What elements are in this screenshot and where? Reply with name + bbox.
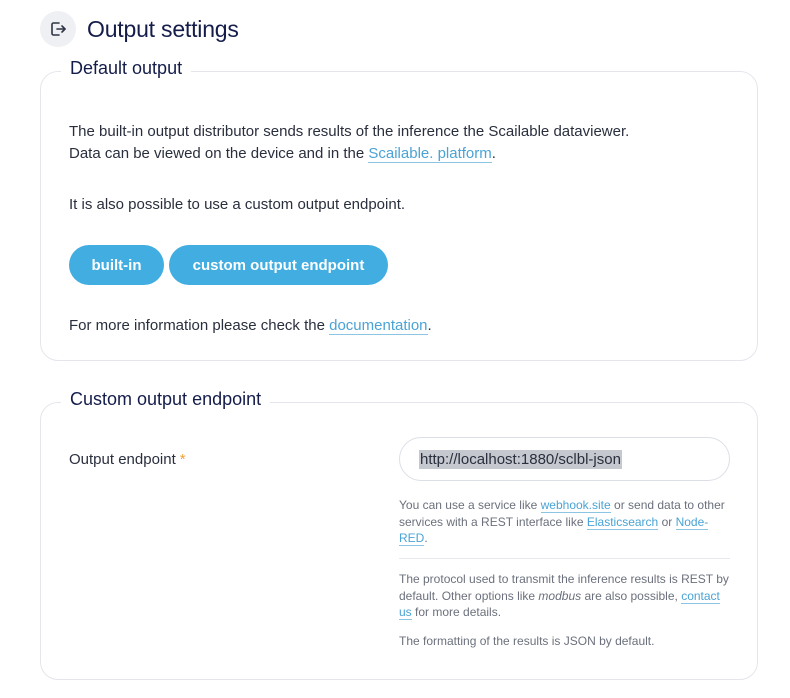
output-endpoint-label: Output endpoint * bbox=[69, 451, 186, 468]
description-line-2-prefix: Data can be viewed on the device and in … bbox=[69, 145, 369, 162]
description-line-2-suffix: . bbox=[491, 145, 496, 162]
help2-text-2: are also possible, bbox=[581, 588, 682, 603]
more-info-suffix: . bbox=[427, 317, 432, 334]
documentation-link[interactable]: documentation bbox=[329, 317, 428, 335]
endpoint-help-text: You can use a service like webhook.site … bbox=[399, 497, 734, 547]
elasticsearch-link[interactable]: Elasticsearch bbox=[586, 514, 659, 530]
default-output-legend: Default output bbox=[61, 58, 192, 79]
custom-endpoint-note: It is also possible to use a custom outp… bbox=[69, 196, 406, 213]
help1-text-4: . bbox=[424, 531, 428, 545]
help-divider bbox=[399, 558, 730, 559]
custom-output-endpoint-button[interactable]: custom output endpoint bbox=[169, 245, 388, 285]
modbus-text: modbus bbox=[538, 588, 582, 603]
more-info-text: For more information please check the do… bbox=[69, 315, 432, 337]
description-line-1: The built-in output distributor sends re… bbox=[69, 123, 630, 140]
logout-icon bbox=[40, 11, 76, 47]
custom-endpoint-section: Custom output endpoint Output endpoint * … bbox=[40, 389, 758, 680]
page-title: Output settings bbox=[87, 15, 239, 42]
required-asterisk: * bbox=[179, 451, 186, 468]
format-help-text: The formatting of the results is JSON by… bbox=[399, 634, 655, 648]
help1-text-3: or bbox=[658, 514, 676, 529]
default-output-description: The built-in output distributor sends re… bbox=[69, 121, 629, 165]
help2-text-3: for more details. bbox=[411, 605, 502, 619]
builtin-button[interactable]: built-in bbox=[69, 245, 164, 285]
output-endpoint-value[interactable]: http://localhost:1880/sclbl-json bbox=[419, 449, 622, 469]
protocol-help-text: The protocol used to transmit the infere… bbox=[399, 571, 734, 621]
page-header: Output settings bbox=[40, 10, 239, 48]
scailable-platform-link[interactable]: Scailable. platform bbox=[368, 145, 492, 163]
description-line-2: Data can be viewed on the device and in … bbox=[69, 143, 629, 165]
output-endpoint-label-text: Output endpoint bbox=[69, 451, 176, 468]
output-endpoint-input[interactable]: http://localhost:1880/sclbl-json bbox=[399, 437, 730, 481]
default-output-section: Default output The built-in output distr… bbox=[40, 58, 758, 361]
webhook-site-link[interactable]: webhook.site bbox=[540, 498, 611, 513]
help1-text-1: You can use a service like bbox=[399, 498, 541, 512]
custom-endpoint-legend: Custom output endpoint bbox=[61, 389, 271, 410]
more-info-prefix: For more information please check the bbox=[69, 317, 330, 334]
